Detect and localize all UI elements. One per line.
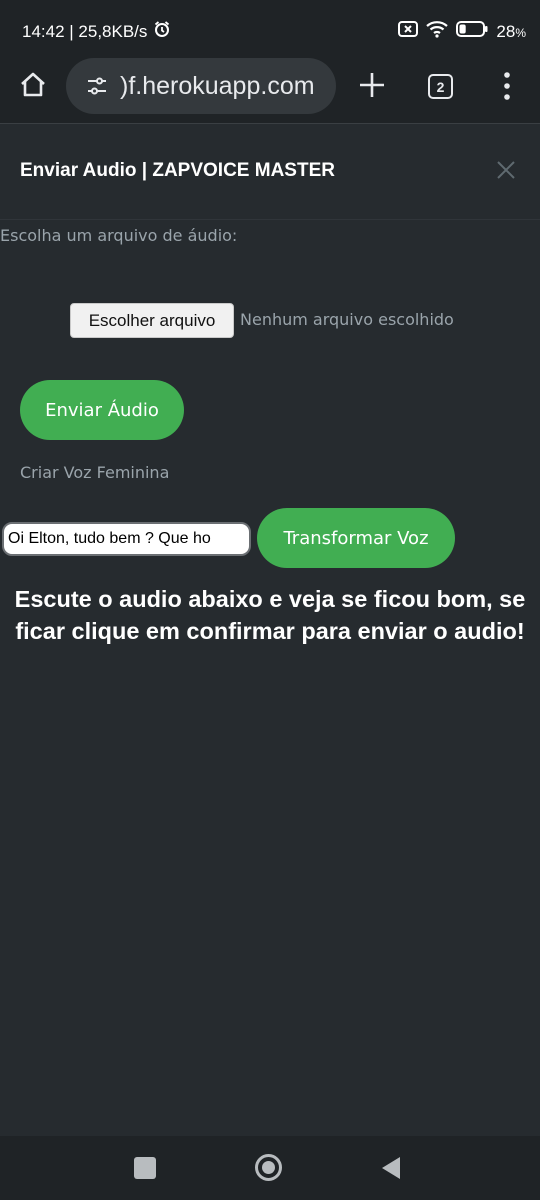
home-circle-icon[interactable]: [254, 1153, 283, 1182]
navigation-bar: [0, 1136, 540, 1200]
menu-icon[interactable]: [496, 70, 518, 102]
tab-count: 2: [436, 78, 445, 95]
female-voice-label: Criar Voz Feminina: [20, 463, 170, 482]
status-time-speed: 14:42 | 25,8KB/s: [22, 21, 148, 41]
address-bar[interactable]: )f.herokuapp.com: [66, 58, 336, 114]
choose-file-label: Escolha um arquivo de áudio:: [0, 226, 238, 245]
choose-file-button[interactable]: Escolher arquivo: [70, 303, 234, 338]
send-audio-button[interactable]: Enviar Áudio: [20, 380, 184, 440]
battery-percent: 28%: [496, 21, 526, 41]
file-status-text: Nenhum arquivo escolhido: [240, 310, 454, 329]
transform-voice-button[interactable]: Transformar Voz: [257, 508, 455, 568]
back-icon[interactable]: [380, 1156, 402, 1180]
battery-icon: [456, 21, 488, 42]
home-icon[interactable]: [18, 70, 48, 100]
alarm-icon: [153, 20, 171, 43]
browser-toolbar: )f.herokuapp.com 2: [0, 48, 540, 124]
voice-text-input[interactable]: [2, 522, 251, 556]
wifi-icon: [426, 20, 449, 43]
new-tab-icon[interactable]: [358, 68, 386, 102]
modal-header: Enviar Audio | ZAPVOICE MASTER: [0, 124, 540, 220]
instruction-text: Escute o audio abaixo e veja se ficou bo…: [14, 586, 526, 644]
site-settings-icon[interactable]: [86, 75, 108, 97]
recents-icon[interactable]: [134, 1157, 156, 1179]
sim-error-icon: [398, 21, 419, 42]
modal-title: Enviar Audio | ZAPVOICE MASTER: [20, 160, 335, 181]
close-icon[interactable]: [494, 158, 518, 182]
status-right: 28%: [398, 20, 526, 43]
url-text: )f.herokuapp.com: [120, 71, 315, 100]
status-left: 14:42 | 25,8KB/s: [22, 20, 171, 43]
status-bar: 14:42 | 25,8KB/s 28%: [0, 0, 540, 48]
tabs-icon[interactable]: 2: [428, 74, 453, 99]
